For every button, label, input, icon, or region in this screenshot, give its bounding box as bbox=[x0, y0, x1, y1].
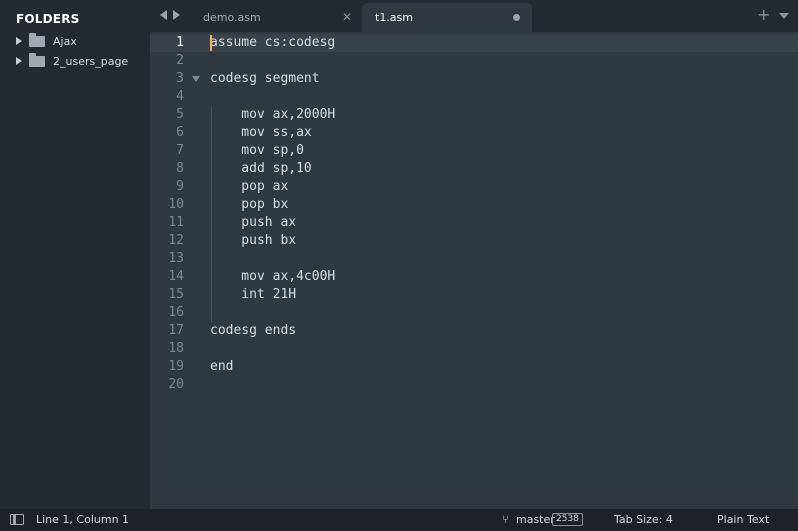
code-line[interactable]: assume cs:codesg bbox=[208, 34, 798, 52]
status-bar: Line 1, Column 1 ⑂ master 2538 Tab Size:… bbox=[0, 509, 798, 531]
tab-label: t1.asm bbox=[375, 11, 413, 24]
code-line-text: push bx bbox=[210, 233, 297, 248]
line-number: 8 bbox=[176, 161, 184, 176]
line-number: 5 bbox=[176, 107, 184, 122]
code-line-text: codesg segment bbox=[210, 71, 320, 86]
arrow-right-icon[interactable] bbox=[173, 10, 180, 20]
sidebar-toggle-icon[interactable] bbox=[10, 514, 24, 525]
code-line[interactable]: mov ss,ax bbox=[208, 124, 798, 142]
code-line[interactable] bbox=[208, 340, 798, 358]
code-area[interactable]: assume cs:codesg codesg segment mov ax,20… bbox=[208, 34, 798, 394]
sidebar-item-label: 2_users_page bbox=[53, 54, 129, 68]
code-line[interactable] bbox=[208, 52, 798, 70]
code-line-text: mov sp,0 bbox=[210, 143, 304, 158]
code-line-text: end bbox=[210, 359, 234, 374]
line-number: 13 bbox=[168, 251, 184, 266]
code-line-text: add sp,10 bbox=[210, 161, 312, 176]
line-number: 15 bbox=[168, 287, 184, 302]
code-line[interactable]: mov ax,2000H bbox=[208, 106, 798, 124]
tab-bar: demo.asm ✕ t1.asm + bbox=[150, 0, 798, 32]
git-branch-icon: ⑂ bbox=[502, 513, 509, 526]
code-line[interactable] bbox=[208, 304, 798, 322]
code-line[interactable] bbox=[208, 376, 798, 394]
syntax-selector[interactable]: Plain Text bbox=[717, 513, 769, 526]
code-line[interactable]: int 21H bbox=[208, 286, 798, 304]
code-line[interactable]: end bbox=[208, 358, 798, 376]
tab-t1-asm[interactable]: t1.asm bbox=[362, 3, 532, 32]
line-number: 10 bbox=[168, 197, 184, 212]
line-number-gutter: 1 2 3 4 5 6 7 8 9 10 11 12 13 14 15 16 17 18 19 20 bbox=[150, 34, 208, 394]
line-number: 19 bbox=[168, 359, 184, 374]
line-number: 11 bbox=[168, 215, 184, 230]
code-line-text: mov ax,2000H bbox=[210, 107, 336, 122]
code-line[interactable]: pop bx bbox=[208, 196, 798, 214]
code-line[interactable]: codesg segment bbox=[208, 70, 798, 88]
line-number: 18 bbox=[168, 341, 184, 356]
chevron-down-icon[interactable] bbox=[779, 13, 789, 19]
code-line-text: mov ss,ax bbox=[210, 125, 312, 140]
code-line[interactable] bbox=[208, 250, 798, 268]
code-line-text: assume cs:codesg bbox=[210, 35, 336, 50]
sidebar: FOLDERS Ajax 2_users_page bbox=[0, 0, 150, 509]
code-line[interactable] bbox=[208, 88, 798, 106]
sidebar-item-label: Ajax bbox=[53, 34, 77, 48]
tab-demo-asm[interactable]: demo.asm ✕ bbox=[190, 3, 362, 32]
arrow-left-icon[interactable] bbox=[160, 10, 167, 20]
code-line-text: pop ax bbox=[210, 179, 289, 194]
folders-title: FOLDERS bbox=[16, 12, 80, 26]
code-line[interactable]: push ax bbox=[208, 214, 798, 232]
code-line-text: int 21H bbox=[210, 287, 297, 302]
code-line[interactable]: mov sp,0 bbox=[208, 142, 798, 160]
line-number: 6 bbox=[176, 125, 184, 140]
code-line-text: pop bx bbox=[210, 197, 289, 212]
tab-label: demo.asm bbox=[203, 11, 261, 24]
indent-guide bbox=[211, 106, 212, 322]
line-number: 17 bbox=[168, 323, 184, 338]
changes-badge: 2538 bbox=[552, 513, 583, 526]
line-number: 2 bbox=[176, 53, 184, 68]
git-branch[interactable]: master bbox=[516, 513, 555, 526]
folder-icon bbox=[29, 52, 45, 67]
code-line[interactable]: codesg ends bbox=[208, 322, 798, 340]
text-cursor bbox=[210, 35, 212, 51]
line-number: 20 bbox=[168, 377, 184, 392]
tab-size[interactable]: Tab Size: 4 bbox=[614, 513, 673, 526]
line-number: 12 bbox=[168, 233, 184, 248]
sidebar-item-2-users-page[interactable]: 2_users_page bbox=[16, 52, 128, 70]
close-icon[interactable]: ✕ bbox=[342, 11, 352, 23]
code-line-text: codesg ends bbox=[210, 323, 297, 338]
expand-arrow-icon[interactable] bbox=[16, 37, 22, 45]
code-line[interactable]: mov ax,4c00H bbox=[208, 268, 798, 286]
line-number: 1 bbox=[150, 34, 208, 52]
line-number: 16 bbox=[168, 305, 184, 320]
line-number: 7 bbox=[176, 143, 184, 158]
line-number: 14 bbox=[168, 269, 184, 284]
code-line-text: mov ax,4c00H bbox=[210, 269, 336, 284]
folder-icon bbox=[29, 32, 45, 47]
line-number: 3 bbox=[150, 70, 208, 88]
code-line[interactable]: add sp,10 bbox=[208, 160, 798, 178]
cursor-position[interactable]: Line 1, Column 1 bbox=[36, 513, 129, 526]
add-tab-icon[interactable]: + bbox=[757, 7, 770, 23]
fold-arrow-icon[interactable] bbox=[192, 76, 200, 82]
code-line[interactable]: pop ax bbox=[208, 178, 798, 196]
code-line-text: push ax bbox=[210, 215, 297, 230]
unsaved-dot-icon[interactable] bbox=[513, 14, 520, 21]
code-line[interactable]: push bx bbox=[208, 232, 798, 250]
code-editor[interactable]: 1 2 3 4 5 6 7 8 9 10 11 12 13 14 15 16 17 18 19 20 assume c… bbox=[150, 32, 798, 509]
line-number: 9 bbox=[176, 179, 184, 194]
line-number: 4 bbox=[176, 89, 184, 104]
tab-nav bbox=[160, 10, 180, 20]
sidebar-item-ajax[interactable]: Ajax bbox=[16, 32, 77, 50]
expand-arrow-icon[interactable] bbox=[16, 57, 22, 65]
